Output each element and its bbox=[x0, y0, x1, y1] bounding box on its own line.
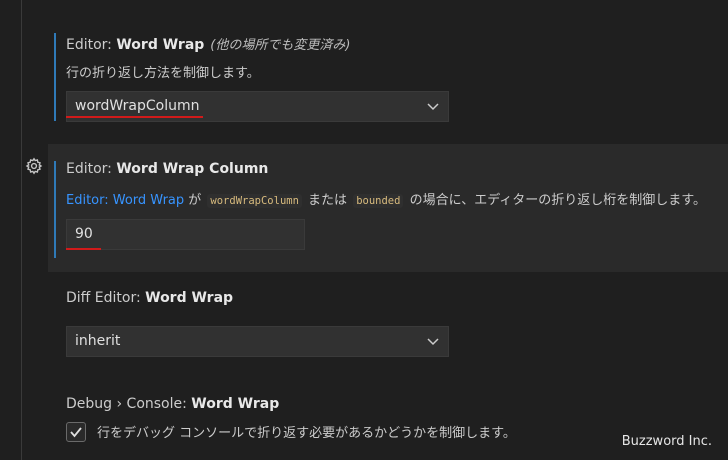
modified-indicator bbox=[54, 33, 56, 121]
setting-description: 行の折り返し方法を制御します。 bbox=[66, 66, 260, 81]
word-wrap-column-input[interactable]: 90 bbox=[66, 219, 305, 250]
description-text: が bbox=[184, 193, 206, 208]
setting-category: Editor: bbox=[66, 37, 117, 53]
setting-name: Word Wrap bbox=[145, 290, 234, 306]
setting-editor-word-wrap-column: Editor: Word Wrap Column Editor: Word Wr… bbox=[49, 144, 728, 272]
description-text: の場合に、エディターの折り返し桁を制御します。 bbox=[405, 193, 706, 208]
setting-title: Editor: Word Wrap Column bbox=[66, 161, 268, 177]
checkbox-label[interactable]: 行をデバッグ コンソールで折り返す必要があるかどうかを制御します。 bbox=[97, 422, 516, 441]
code-token: wordWrapColumn bbox=[207, 194, 302, 208]
modified-indicator bbox=[54, 161, 56, 258]
check-icon bbox=[70, 427, 82, 438]
diff-word-wrap-select[interactable]: inherit bbox=[66, 326, 449, 357]
setting-category: Editor: bbox=[66, 161, 117, 177]
modified-elsewhere-note[interactable]: (他の場所でも変更済み) bbox=[210, 38, 350, 53]
settings-editor: Editor: Word Wrap (他の場所でも変更済み) 行の折り返し方法を制… bbox=[0, 0, 728, 460]
chevron-down-icon bbox=[427, 338, 439, 346]
diff-word-wrap-select-value: inherit bbox=[75, 333, 121, 349]
word-wrap-column-value: 90 bbox=[75, 226, 93, 242]
setting-diff-editor-word-wrap: Diff Editor: Word Wrap inherit bbox=[49, 272, 728, 382]
setting-description: Editor: Word Wrap が wordWrapColumn または b… bbox=[66, 189, 706, 208]
setting-category: Diff Editor: bbox=[66, 290, 146, 306]
setting-link[interactable]: Editor: Word Wrap bbox=[66, 193, 184, 208]
annotation-underline bbox=[66, 248, 101, 250]
chevron-down-icon bbox=[427, 103, 439, 111]
watermark: Buzzword Inc. bbox=[621, 434, 712, 449]
setting-title: Debug › Console: Word Wrap bbox=[66, 396, 279, 412]
description-text: または bbox=[303, 193, 352, 208]
debug-console-word-wrap-checkbox[interactable] bbox=[66, 422, 86, 442]
setting-title: Diff Editor: Word Wrap bbox=[66, 290, 233, 306]
divider bbox=[21, 0, 22, 460]
setting-name: Word Wrap bbox=[116, 37, 205, 53]
setting-title: Editor: Word Wrap (他の場所でも変更済み) bbox=[66, 34, 350, 53]
setting-category: Debug › Console: bbox=[66, 396, 192, 412]
gear-icon[interactable] bbox=[25, 157, 43, 175]
annotation-underline bbox=[66, 116, 203, 118]
setting-name: Word Wrap bbox=[191, 396, 280, 412]
setting-editor-word-wrap: Editor: Word Wrap (他の場所でも変更済み) 行の折り返し方法を制… bbox=[49, 0, 728, 130]
code-token: bounded bbox=[353, 194, 404, 208]
setting-name: Word Wrap Column bbox=[116, 161, 269, 177]
word-wrap-select-value: wordWrapColumn bbox=[75, 98, 200, 114]
